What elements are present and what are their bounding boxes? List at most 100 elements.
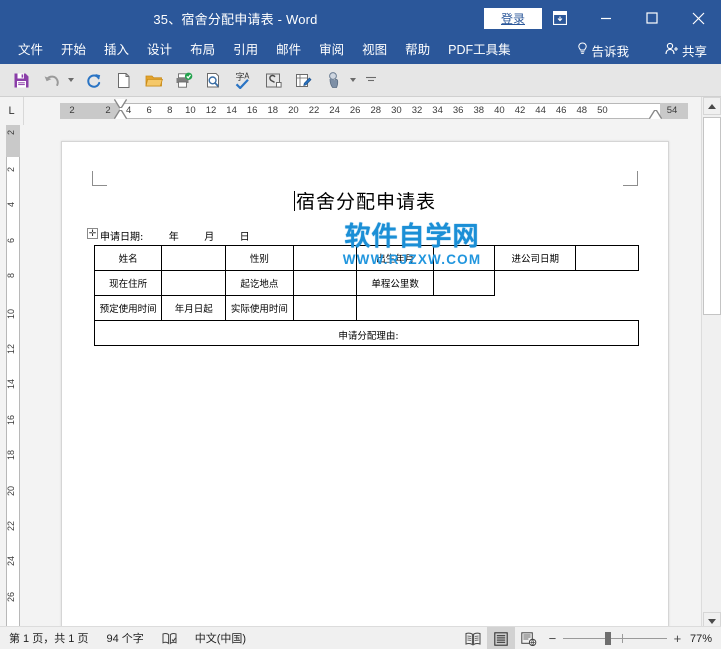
tab-insert[interactable]: 插入 [95, 36, 138, 64]
undo-icon[interactable] [38, 67, 65, 94]
margin-corner-top-right [623, 171, 638, 186]
table-input-cell[interactable] [432, 270, 496, 296]
table-row[interactable]: 预定使用时间 年月日起 实际使用时间 [93, 295, 639, 321]
tab-home[interactable]: 开始 [52, 36, 95, 64]
zoom-out-button[interactable]: − [547, 632, 558, 645]
lightbulb-icon [577, 42, 588, 58]
zoom-slider[interactable] [562, 632, 667, 645]
spelling-grammar-icon[interactable]: 字 A [230, 67, 257, 94]
table-label-cell[interactable]: 进公司日期 [494, 245, 577, 271]
vertical-ruler[interactable]: 2 2 4 6 8 10 12 14 16 18 20 22 24 26 [0, 125, 24, 630]
zoom-level-label[interactable]: 77% [690, 633, 721, 645]
tab-design[interactable]: 设计 [138, 36, 181, 64]
table-input-cell[interactable] [292, 245, 358, 271]
table-label-cell[interactable]: 起讫地点 [225, 270, 294, 296]
vertical-scrollbar[interactable] [701, 97, 721, 630]
zoom-control: − + [543, 632, 690, 645]
new-document-icon[interactable] [110, 67, 137, 94]
vruler-tick: 26 [6, 591, 16, 602]
quick-access-toolbar: 字 A [0, 64, 721, 97]
tab-mailings[interactable]: 邮件 [267, 36, 310, 64]
ribbon-display-options-icon[interactable] [537, 0, 583, 36]
share-button[interactable]: 共享 [657, 36, 715, 64]
save-icon[interactable] [8, 67, 35, 94]
horizontal-ruler[interactable]: 2 2 4 6 8 10 12 14 16 18 20 22 24 26 28 30 32 34 36 38 40 42 4… [24, 97, 701, 125]
share-label: 共享 [681, 44, 707, 59]
vruler-tick: 14 [6, 379, 16, 390]
dormitory-application-table[interactable]: 姓名 性别 出生年月 进公司日期 现在住所 起讫地点 单程公里数 预定使用时间 年月日起 实际使用… [93, 245, 639, 346]
table-label-cell[interactable]: 实际使用时间 [225, 295, 294, 321]
document-page[interactable]: 宿舍分配申请表 ✛ 申请日期: 年 月 日 姓名 性别 出生年月 进公司日期 现在住所 起… [61, 141, 669, 630]
person-share-icon [665, 42, 679, 58]
word-count-status[interactable]: 94 个字 [97, 627, 152, 649]
vruler-tick: 20 [6, 485, 16, 496]
hruler-tick: 28 [370, 105, 382, 116]
web-layout-view-button[interactable] [515, 627, 543, 649]
table-row[interactable]: 现在住所 起讫地点 单程公里数 [93, 270, 639, 296]
quick-print-icon[interactable] [170, 67, 197, 94]
tab-view[interactable]: 视图 [353, 36, 396, 64]
minimize-icon[interactable] [583, 0, 629, 36]
table-label-cell[interactable]: 出生年月 [356, 245, 434, 271]
hruler-tick: 36 [452, 105, 464, 116]
hanging-indent-marker[interactable] [115, 111, 126, 119]
redo-icon[interactable] [80, 67, 107, 94]
hruler-tick: 22 [308, 105, 320, 116]
proofing-errors-icon[interactable] [153, 627, 186, 649]
customize-quick-access-toolbar-icon[interactable] [365, 67, 377, 94]
tab-layout[interactable]: 布局 [181, 36, 224, 64]
first-line-indent-marker[interactable] [115, 99, 126, 107]
tab-pdf-tools[interactable]: PDF工具集 [439, 36, 520, 64]
tab-help[interactable]: 帮助 [396, 36, 439, 64]
tab-references[interactable]: 引用 [224, 36, 267, 64]
table-label-cell[interactable]: 性别 [225, 245, 294, 271]
zoom-slider-thumb[interactable] [604, 632, 611, 645]
vertical-scrollbar-thumb[interactable] [703, 117, 721, 315]
tab-stop-selector[interactable]: L [0, 97, 24, 125]
page-number-status[interactable]: 第 1 页，共 1 页 [0, 627, 97, 649]
document-canvas[interactable]: 宿舍分配申请表 ✛ 申请日期: 年 月 日 姓名 性别 出生年月 进公司日期 现在住所 起… [24, 125, 701, 630]
maximize-icon[interactable] [629, 0, 675, 36]
table-label-cell[interactable]: 预定使用时间 [93, 295, 163, 321]
sign-in-button[interactable]: 登录 [484, 8, 542, 29]
tab-review[interactable]: 审阅 [310, 36, 353, 64]
read-mode-view-button[interactable] [459, 627, 487, 649]
table-input-cell[interactable] [292, 295, 358, 321]
hruler-tick: 12 [205, 105, 217, 116]
table-label-cell[interactable]: 姓名 [93, 245, 163, 271]
scroll-up-arrow[interactable] [703, 97, 721, 115]
table-label-cell[interactable]: 现在住所 [93, 270, 163, 296]
language-status[interactable]: 中文(中国) [186, 627, 255, 649]
hruler-tick: 8 [167, 105, 173, 116]
zoom-slider-track [562, 638, 667, 639]
table-row[interactable]: 姓名 性别 出生年月 进公司日期 [93, 245, 639, 271]
vruler-tick: 22 [6, 521, 16, 532]
tell-me-search[interactable]: 告诉我 [569, 36, 637, 64]
close-icon[interactable] [675, 0, 721, 36]
edit-document-icon[interactable] [290, 67, 317, 94]
zoom-in-button[interactable]: + [672, 632, 683, 645]
table-input-cell[interactable] [292, 270, 358, 296]
print-preview-icon[interactable] [200, 67, 227, 94]
touch-mouse-mode-icon[interactable] [320, 67, 347, 94]
open-folder-icon[interactable] [140, 67, 167, 94]
table-move-handle[interactable]: ✛ [87, 228, 98, 239]
hruler-tick: 2 [69, 105, 75, 116]
table-input-cell[interactable] [161, 245, 227, 271]
vruler-tick: 6 [6, 237, 16, 243]
table-label-cell[interactable]: 单程公里数 [356, 270, 434, 296]
right-indent-marker[interactable] [650, 111, 661, 119]
hruler-tick: 2 [105, 105, 111, 116]
table-input-cell[interactable] [161, 270, 227, 296]
tab-file[interactable]: 文件 [9, 36, 52, 64]
table-row[interactable]: 申请分配理由: [94, 320, 639, 346]
touch-mode-dropdown-arrow[interactable] [347, 67, 359, 94]
table-input-cell[interactable] [432, 245, 496, 271]
print-layout-view-button[interactable] [486, 627, 515, 649]
reason-cell[interactable]: 申请分配理由: [94, 320, 639, 346]
table-input-cell[interactable] [575, 245, 639, 271]
undo-dropdown-arrow[interactable] [65, 67, 77, 94]
vruler-tick: 8 [6, 273, 16, 279]
attachment-icon[interactable] [260, 67, 287, 94]
table-label-cell[interactable]: 年月日起 [161, 295, 227, 321]
